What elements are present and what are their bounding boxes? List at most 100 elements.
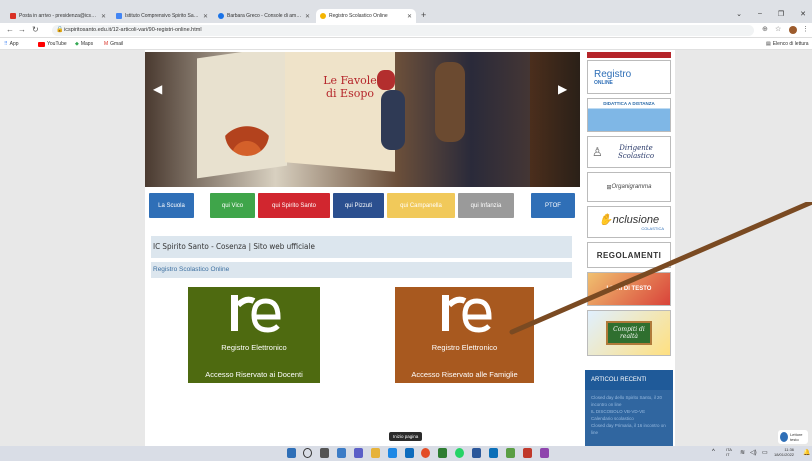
new-tab-button[interactable]: + xyxy=(421,10,426,20)
sidebar-organigramma[interactable]: ⊞ Organigramma xyxy=(587,172,671,202)
menu-la-scuola[interactable]: La Scuola xyxy=(149,193,194,218)
sidebar-registro-online[interactable]: Registro ONLINE xyxy=(587,60,671,94)
star-icon[interactable]: ☆ xyxy=(775,25,781,33)
app-icon-4[interactable] xyxy=(540,448,549,458)
re-logo-icon xyxy=(441,295,492,333)
tooltip: Inizio pagina xyxy=(389,432,423,441)
gmail-icon xyxy=(10,13,16,19)
forward-icon[interactable]: → xyxy=(18,25,26,34)
close-icon[interactable]: ✕ xyxy=(305,13,310,20)
child-figure-2 xyxy=(435,62,465,142)
apps-icon: ⠿ xyxy=(4,41,8,47)
language-indicator[interactable]: ITA IT xyxy=(726,447,732,457)
windows-taskbar: ^ ITA IT ≋ ◁) ▭ 11:36 18/01/2022 🔔 xyxy=(0,446,812,461)
slider-next-icon[interactable]: ▶ xyxy=(558,82,567,96)
recent-articles-list: Closed day dello Spirito Santo, il 20 in… xyxy=(585,390,673,446)
bookmark-youtube[interactable]: YouTube xyxy=(38,41,67,47)
tab-console[interactable]: Barbara Greco - Console di ammi… ✕ xyxy=(214,9,314,23)
fan-illustration xyxy=(225,112,269,156)
gmail-icon: M xyxy=(104,41,109,47)
window-controls: ⌄ – ❐ ✕ xyxy=(736,10,806,18)
minimize-button[interactable]: – xyxy=(758,10,762,18)
person-icon: ♙ xyxy=(592,145,603,159)
loading-icon xyxy=(320,13,326,19)
tab-mail[interactable]: Posta in arrivo - presidenza@icsp… ✕ xyxy=(6,9,110,23)
lock-icon: 🔒 xyxy=(56,27,64,33)
book-title: Le Favole di Esopo xyxy=(323,74,377,100)
sidebar-didattica-distanza[interactable]: DIDATTICA A DISTANZA xyxy=(587,98,671,132)
chrome-icon[interactable] xyxy=(421,448,430,458)
close-window-button[interactable]: ✕ xyxy=(800,10,806,18)
text-reader-button[interactable]: Lettore testo xyxy=(778,430,808,444)
tab-search-icon[interactable]: ⌄ xyxy=(736,10,742,18)
bookmark-apps[interactable]: ⠿ App xyxy=(4,41,19,47)
calendar-icon[interactable] xyxy=(438,448,447,458)
tab-registro[interactable]: Registro Scolastico Online ✕ xyxy=(316,9,416,23)
file-explorer-icon[interactable] xyxy=(371,448,380,458)
browser-nav-bar: ← → ↻ 🔒 icspiritosanto.edu.it/12-articol… xyxy=(0,23,812,38)
app-icon-3[interactable] xyxy=(523,448,532,458)
app-icon-2[interactable] xyxy=(506,448,515,458)
menu-qui-campanella[interactable]: qui Campanella xyxy=(387,193,455,218)
wifi-icon[interactable]: ≋ xyxy=(740,449,745,456)
maximize-button[interactable]: ❐ xyxy=(778,10,784,18)
search-icon[interactable] xyxy=(303,448,312,458)
menu-qui-spirito-santo[interactable]: qui Spirito Santo xyxy=(258,193,330,218)
reader-icon xyxy=(780,432,789,442)
menu-qui-pizzuti[interactable]: qui Pizzuti xyxy=(333,193,384,218)
chevron-up-icon[interactable]: ^ xyxy=(712,449,715,455)
youtube-icon xyxy=(38,41,45,47)
back-icon[interactable]: ← xyxy=(6,25,14,34)
page-viewport: Le Favole di Esopo ◀ ▶ La Scuola qui Vic… xyxy=(0,50,812,446)
close-icon[interactable]: ✕ xyxy=(203,13,208,20)
sidebar-dirigente[interactable]: ♙ Dirigente Scolastico xyxy=(587,136,671,168)
menu-qui-vico[interactable]: qui Vico xyxy=(210,193,255,218)
browser-tab-bar: Posta in arrivo - presidenza@icsp… ✕ Ist… xyxy=(0,0,812,23)
reload-icon[interactable]: ↻ xyxy=(32,25,39,34)
battery-icon[interactable]: ▭ xyxy=(762,449,768,456)
widgets-icon[interactable] xyxy=(337,448,346,458)
menu-icon[interactable]: ⋮ xyxy=(802,25,809,33)
reading-list-icon: ▤ xyxy=(766,41,771,47)
curtain xyxy=(530,52,580,187)
child-hat xyxy=(377,70,395,90)
reading-list[interactable]: ▤ Elenco di lettura xyxy=(766,41,809,47)
book-page-right xyxy=(285,52,395,172)
avatar[interactable] xyxy=(789,26,797,34)
register-docenti-button[interactable]: Registro Elettronico Accesso Riservato a… xyxy=(188,287,320,383)
tab-istituto[interactable]: Istituto Comprensivo Spirito San… ✕ xyxy=(112,9,212,23)
site-icon xyxy=(116,13,122,19)
teams-icon[interactable] xyxy=(354,448,363,458)
task-view-icon[interactable] xyxy=(320,448,329,458)
sidebar-top-strip xyxy=(587,52,671,58)
clock[interactable]: 11:36 18/01/2022 xyxy=(774,447,794,457)
mail-icon[interactable] xyxy=(405,448,414,458)
child-figure xyxy=(381,90,405,150)
annotation-arrow xyxy=(509,202,812,335)
re-logo-icon xyxy=(231,295,281,333)
word-icon[interactable] xyxy=(472,448,481,458)
google-admin-icon xyxy=(218,13,224,19)
edge-icon[interactable] xyxy=(388,448,397,458)
list-item[interactable]: Closed day Primaria, il 16 incontro on l… xyxy=(591,422,667,436)
close-icon[interactable]: ✕ xyxy=(101,13,106,20)
whatsapp-icon[interactable] xyxy=(455,448,464,458)
list-item[interactable]: Closed day dello Spirito Santo, il 20 in… xyxy=(591,394,667,408)
list-item[interactable]: Calendario scolastico xyxy=(591,415,667,422)
notification-icon[interactable]: 🔔 xyxy=(803,449,810,456)
image-slider: Le Favole di Esopo ◀ ▶ xyxy=(145,52,580,187)
url-text: icspiritosanto.edu.it/12-articoli-vari/9… xyxy=(64,27,202,33)
maps-icon: ◆ xyxy=(75,41,79,47)
share-icon[interactable]: ⊕ xyxy=(762,25,768,33)
list-item[interactable]: IL DISCOBOLO VB-VD-VE xyxy=(591,408,667,415)
bookmarks-bar: ⠿ App YouTube ◆ Maps M Gmail ▤ Elenco di let… xyxy=(0,38,812,50)
volume-icon[interactable]: ◁) xyxy=(750,449,757,456)
bookmark-maps[interactable]: ◆ Maps xyxy=(75,41,93,47)
close-icon[interactable]: ✕ xyxy=(407,13,412,20)
start-icon[interactable] xyxy=(287,448,296,458)
app-icon[interactable] xyxy=(489,448,498,458)
recent-articles-title: ARTICOLI RECENTI xyxy=(585,370,673,390)
address-bar[interactable]: 🔒 icspiritosanto.edu.it/12-articoli-vari… xyxy=(52,25,754,36)
slider-prev-icon[interactable]: ◀ xyxy=(153,82,162,96)
bookmark-gmail[interactable]: M Gmail xyxy=(104,41,123,47)
